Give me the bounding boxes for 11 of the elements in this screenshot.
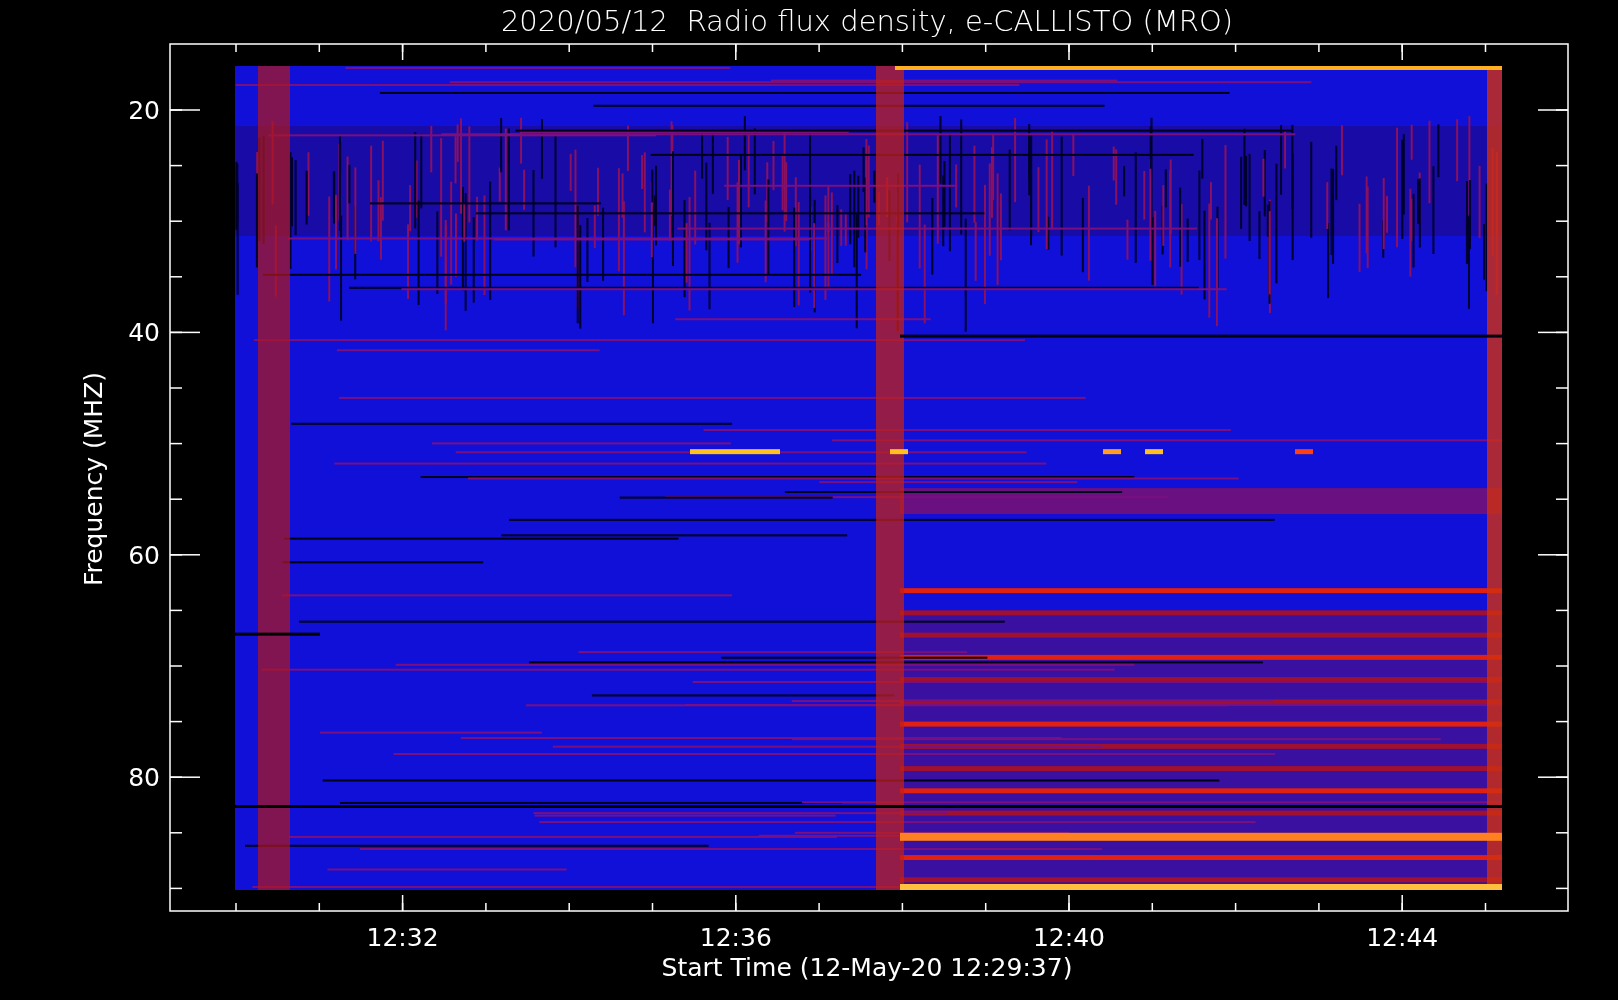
tick-label: 12:32	[366, 923, 439, 952]
tick-label: 20	[128, 96, 160, 125]
chart-title: 2020/05/12 Radio flux density, e-CALLISTO (MRO)	[500, 4, 1234, 38]
tick-label: 12:36	[699, 923, 772, 952]
tick-label: 80	[128, 763, 160, 793]
tick-label: 12:44	[1366, 923, 1439, 952]
tick-label: 12:40	[1033, 923, 1105, 952]
tick-label: 60	[128, 540, 160, 570]
axis-title: Frequency (MHZ)	[79, 371, 108, 587]
axis-title: Start Time (12-May-20 12:29:37)	[661, 953, 1073, 982]
tick-label: 40	[128, 318, 160, 348]
